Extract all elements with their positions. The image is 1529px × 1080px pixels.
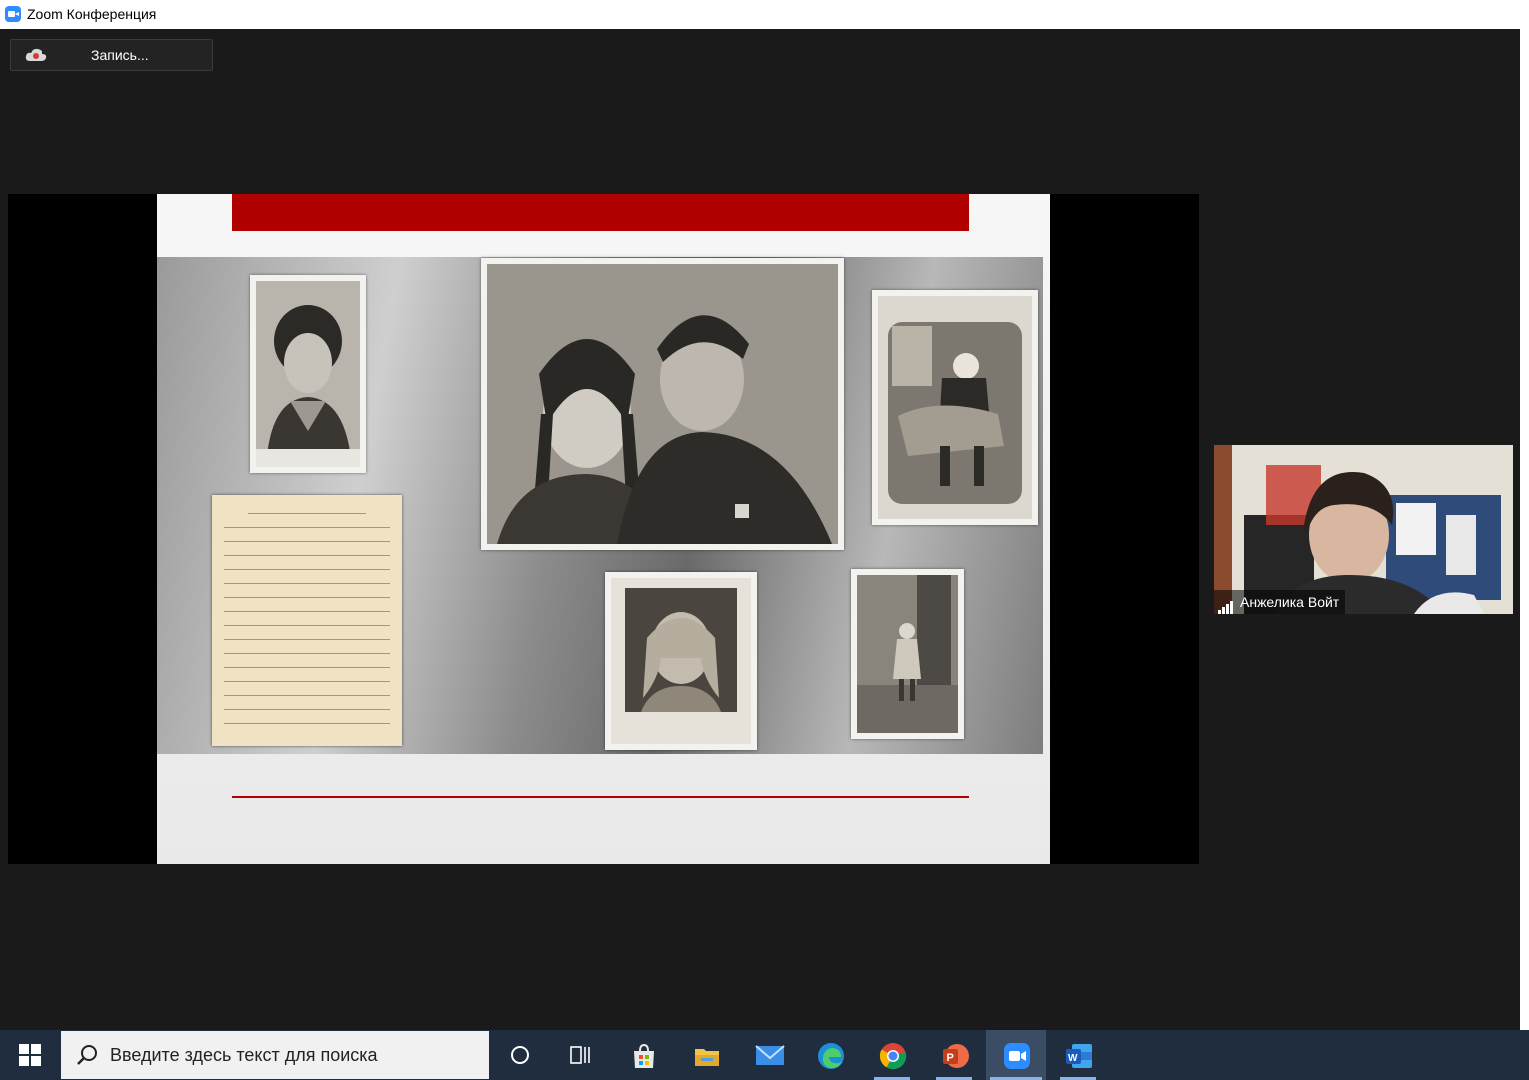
windows-logo-icon: [19, 1044, 41, 1066]
search-icon: [77, 1045, 97, 1065]
window-titlebar: Zoom Конференция: [0, 0, 1529, 29]
store-icon: [634, 1043, 654, 1068]
task-view-button[interactable]: [550, 1030, 610, 1080]
girl-by-tree-photo: [851, 569, 964, 739]
cloud-record-icon: [25, 48, 47, 61]
shared-screen: [8, 194, 1199, 864]
cortana-button[interactable]: [490, 1030, 550, 1080]
recording-button[interactable]: Запись...: [10, 39, 213, 71]
search-placeholder: Введите здесь текст для поиска: [110, 1045, 378, 1065]
svg-text:W: W: [1068, 1053, 1078, 1064]
girl-portrait-photo: [605, 572, 757, 750]
presentation-slide: [157, 194, 1050, 864]
zoom-app-icon: [5, 6, 21, 22]
powerpoint-icon: P: [943, 1044, 969, 1068]
chrome-icon: [879, 1043, 907, 1070]
child-on-horse-photo: [872, 290, 1038, 525]
store-button[interactable]: [613, 1030, 673, 1080]
connection-signal-icon: [1218, 591, 1234, 614]
start-button[interactable]: [0, 1030, 60, 1080]
mail-button[interactable]: [738, 1030, 798, 1080]
couple-photo: [481, 258, 844, 550]
word-icon: W: [1066, 1044, 1092, 1068]
window-title: Zoom Конференция: [27, 6, 157, 22]
portrait-photo-woman: [250, 275, 366, 473]
participant-name: Анжелика Войт: [1240, 594, 1340, 610]
word-button[interactable]: W: [1048, 1030, 1108, 1080]
windows-taskbar: Введите здесь текст для поиска P W: [0, 1030, 1529, 1080]
edge-icon: [818, 1043, 844, 1069]
participant-video: [1214, 445, 1513, 614]
slide-title-bar: [232, 194, 969, 231]
taskbar-search-box[interactable]: Введите здесь текст для поиска: [61, 1031, 489, 1079]
zoom-icon: [1004, 1043, 1030, 1069]
mail-icon: [755, 1045, 785, 1065]
recording-label: Запись...: [91, 47, 149, 63]
cortana-icon: [511, 1046, 529, 1064]
handwritten-letter: [212, 495, 402, 746]
participant-name-bar: Анжелика Войт: [1214, 590, 1346, 614]
edge-button[interactable]: [800, 1030, 860, 1080]
file-explorer-button[interactable]: [676, 1030, 736, 1080]
window-edge: [1520, 29, 1529, 1030]
participant-video-tile[interactable]: Анжелика Войт: [1214, 445, 1513, 614]
file-explorer-icon: [695, 1049, 719, 1066]
svg-text:P: P: [947, 1052, 954, 1064]
slide-footer-line: [232, 796, 969, 798]
powerpoint-button[interactable]: P: [924, 1030, 984, 1080]
chrome-button[interactable]: [862, 1030, 922, 1080]
task-view-icon: [570, 1046, 590, 1064]
zoom-taskbar-button[interactable]: [986, 1030, 1046, 1080]
